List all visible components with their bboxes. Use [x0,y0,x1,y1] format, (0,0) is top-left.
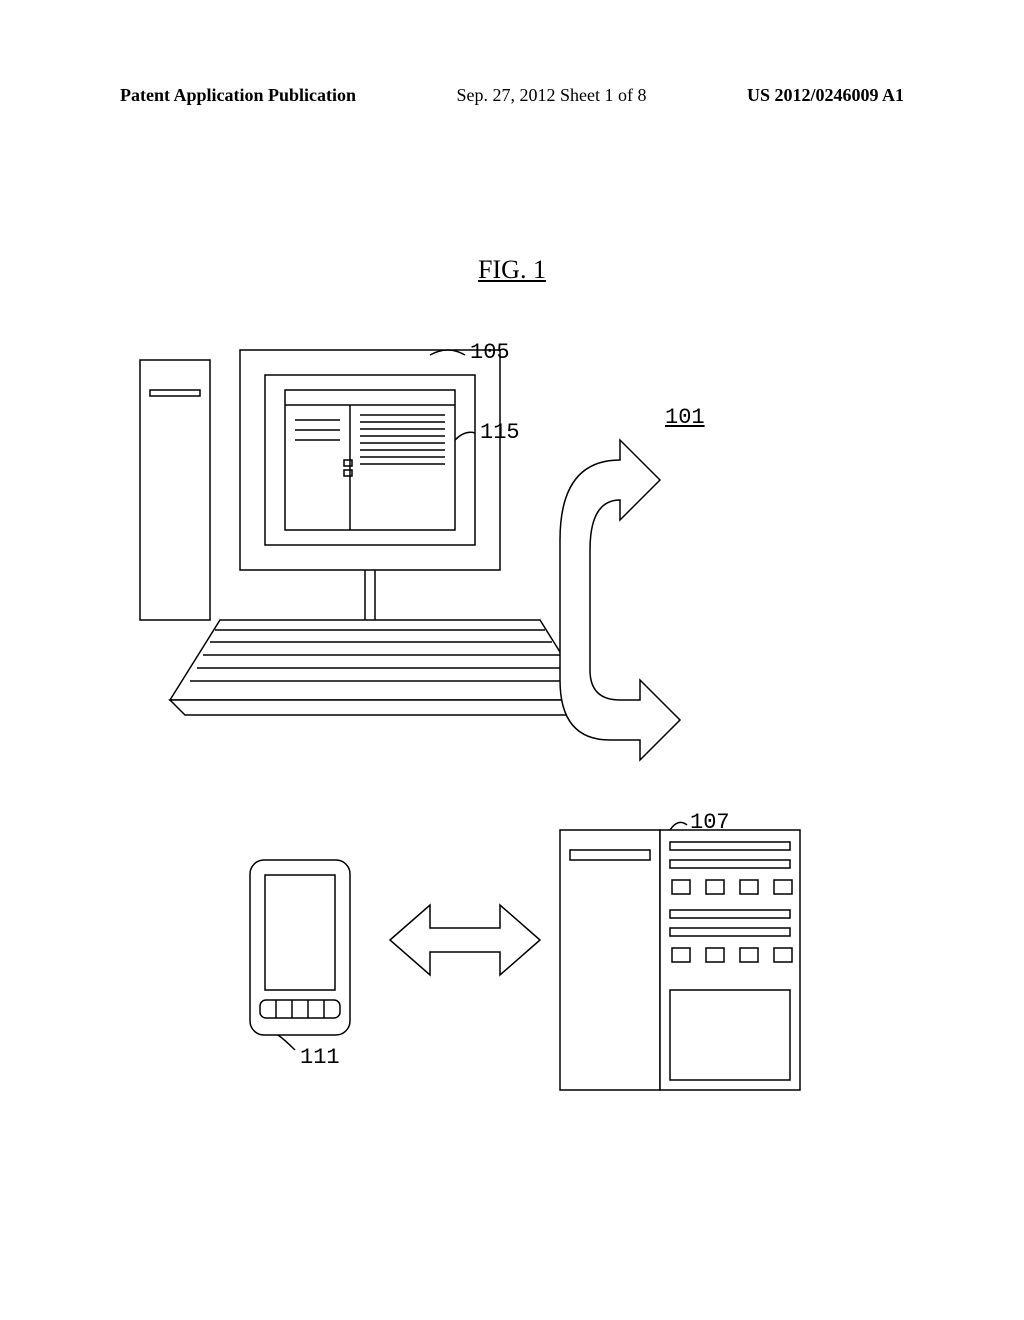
mobile-device-icon [250,860,350,1035]
header-right: US 2012/0246009 A1 [747,85,904,106]
header-left: Patent Application Publication [120,85,356,106]
page-header: Patent Application Publication Sep. 27, … [0,85,1024,106]
leader-111 [278,1035,295,1050]
ref-101: 101 [665,405,705,430]
ref-105: 105 [470,340,510,365]
ref-107: 107 [690,810,730,835]
double-arrow-icon [390,905,540,975]
leader-107 [670,822,687,830]
header-center: Sep. 27, 2012 Sheet 1 of 8 [457,85,647,106]
diagram-svg [120,330,904,1150]
ref-115: 115 [480,420,520,445]
desktop-tower-icon [140,360,210,620]
curved-arrow-icon [560,440,680,760]
monitor-icon [240,350,500,620]
diagram-canvas: 105 115 101 107 111 [120,330,904,1150]
keyboard-icon [170,620,590,715]
server-icon [560,830,800,1090]
figure-label: FIG. 1 [478,255,546,285]
ref-111: 111 [300,1045,340,1070]
